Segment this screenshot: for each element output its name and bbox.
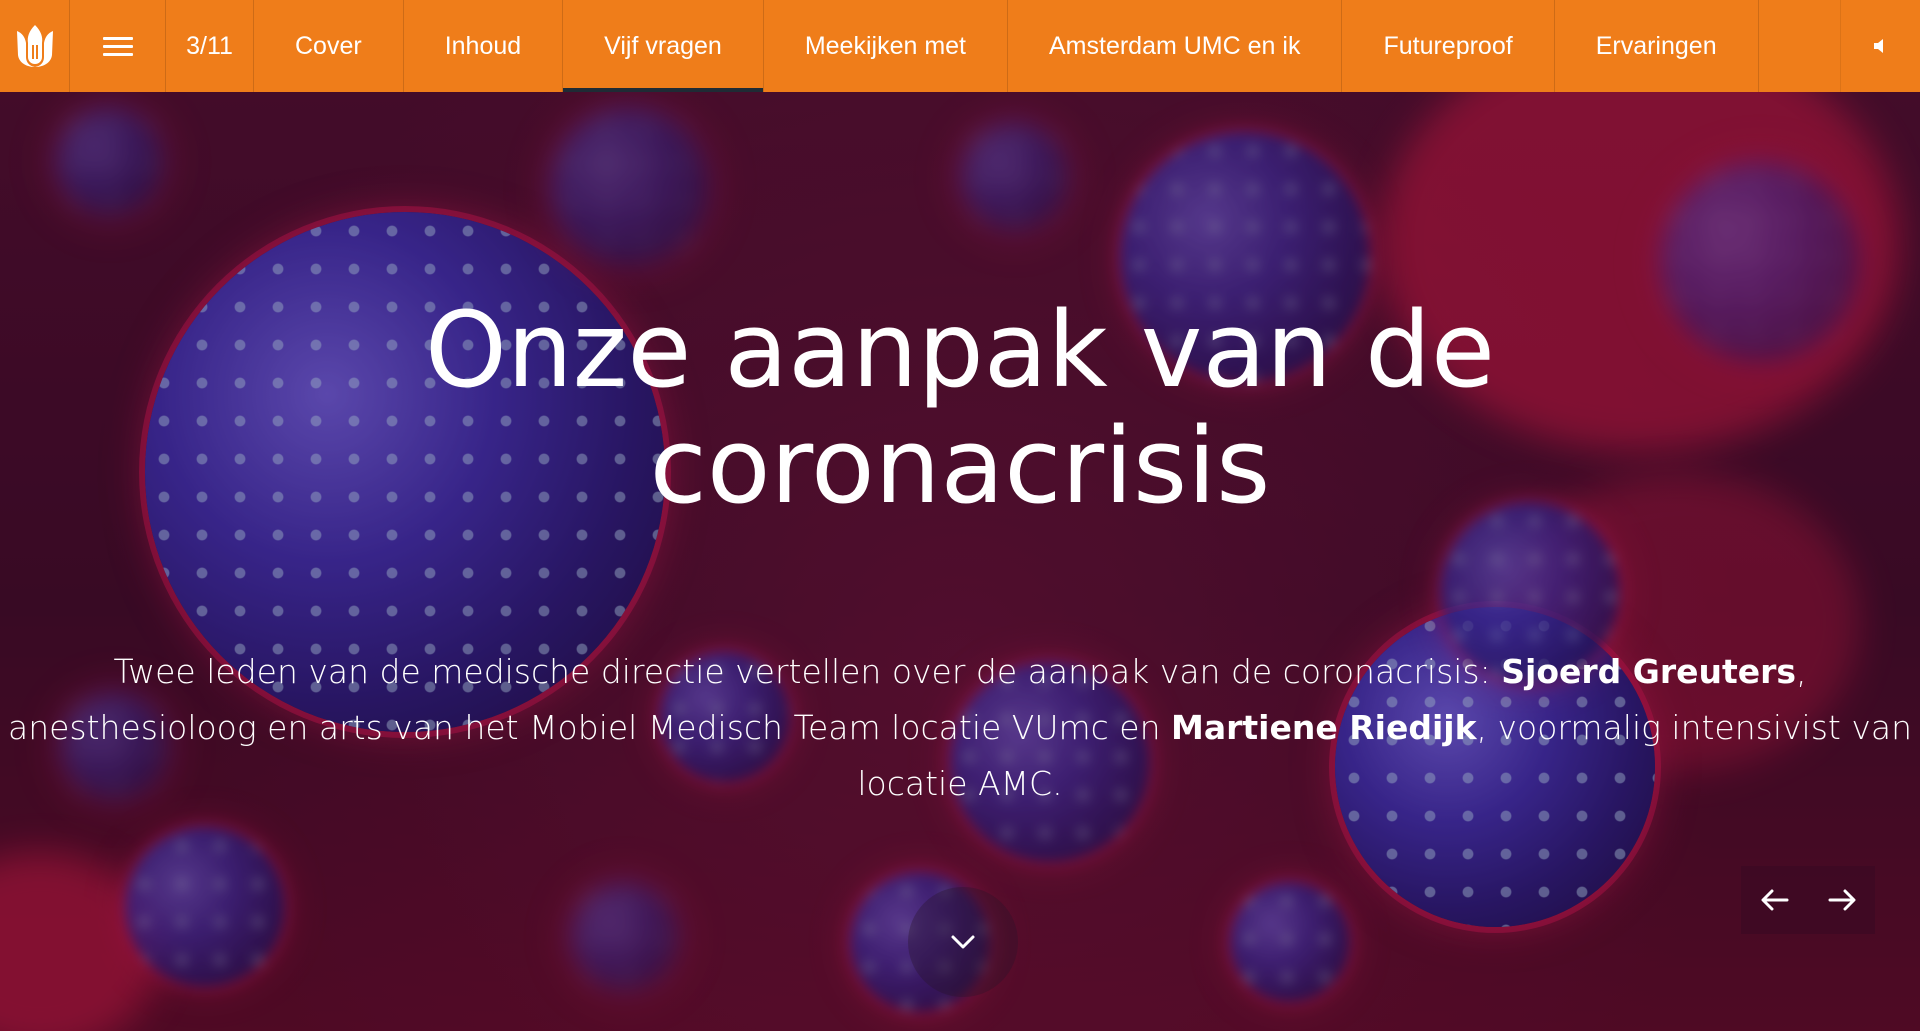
page-navigation-arrows — [1741, 866, 1875, 934]
top-navigation-bar: 3/11 Cover Inhoud Vijf vragen Meekijken … — [0, 0, 1920, 92]
tab-amsterdam-umc-en-ik[interactable]: Amsterdam UMC en ik — [1008, 0, 1343, 92]
intro-paragraph: Twee leden van de medische directie vert… — [0, 644, 1920, 812]
intro-text-1: Twee leden van de medische directie vert… — [113, 652, 1502, 691]
tab-meekijken-met[interactable]: Meekijken met — [764, 0, 1008, 92]
speaker-icon — [1873, 39, 1883, 53]
tulip-logo-icon — [16, 25, 53, 67]
hero-section: Onze aanpak van de coronacrisis Twee led… — [0, 92, 1920, 1031]
arrow-left-icon — [1761, 889, 1788, 911]
page-title: Onze aanpak van de coronacrisis — [0, 292, 1920, 524]
arrow-right-icon — [1828, 889, 1855, 911]
hamburger-menu-icon — [102, 32, 133, 61]
chevron-down-icon — [951, 935, 975, 949]
chapter-tabs: Cover Inhoud Vijf vragen Meekijken met A… — [254, 0, 1840, 92]
tab-futureproof[interactable]: Futureproof — [1342, 0, 1555, 92]
tab-vijf-vragen[interactable]: Vijf vragen — [563, 0, 764, 92]
next-page-button[interactable] — [1814, 872, 1870, 928]
sound-button[interactable] — [1840, 0, 1920, 92]
page-title-line-1: Onze aanpak van de — [424, 289, 1496, 411]
page-counter: 3/11 — [166, 0, 254, 92]
tab-cover[interactable]: Cover — [254, 0, 404, 92]
previous-page-button[interactable] — [1747, 872, 1803, 928]
tab-ervaringen[interactable]: Ervaringen — [1555, 0, 1759, 92]
tab-inhoud[interactable]: Inhoud — [404, 0, 564, 92]
person-name-2: Martiene Riedijk — [1171, 708, 1477, 747]
menu-button[interactable] — [70, 0, 166, 92]
scroll-down-button[interactable] — [908, 887, 1018, 997]
page-title-line-2: coronacrisis — [649, 405, 1271, 527]
logo-button[interactable] — [0, 0, 70, 92]
person-name-1: Sjoerd Greuters — [1501, 652, 1797, 691]
